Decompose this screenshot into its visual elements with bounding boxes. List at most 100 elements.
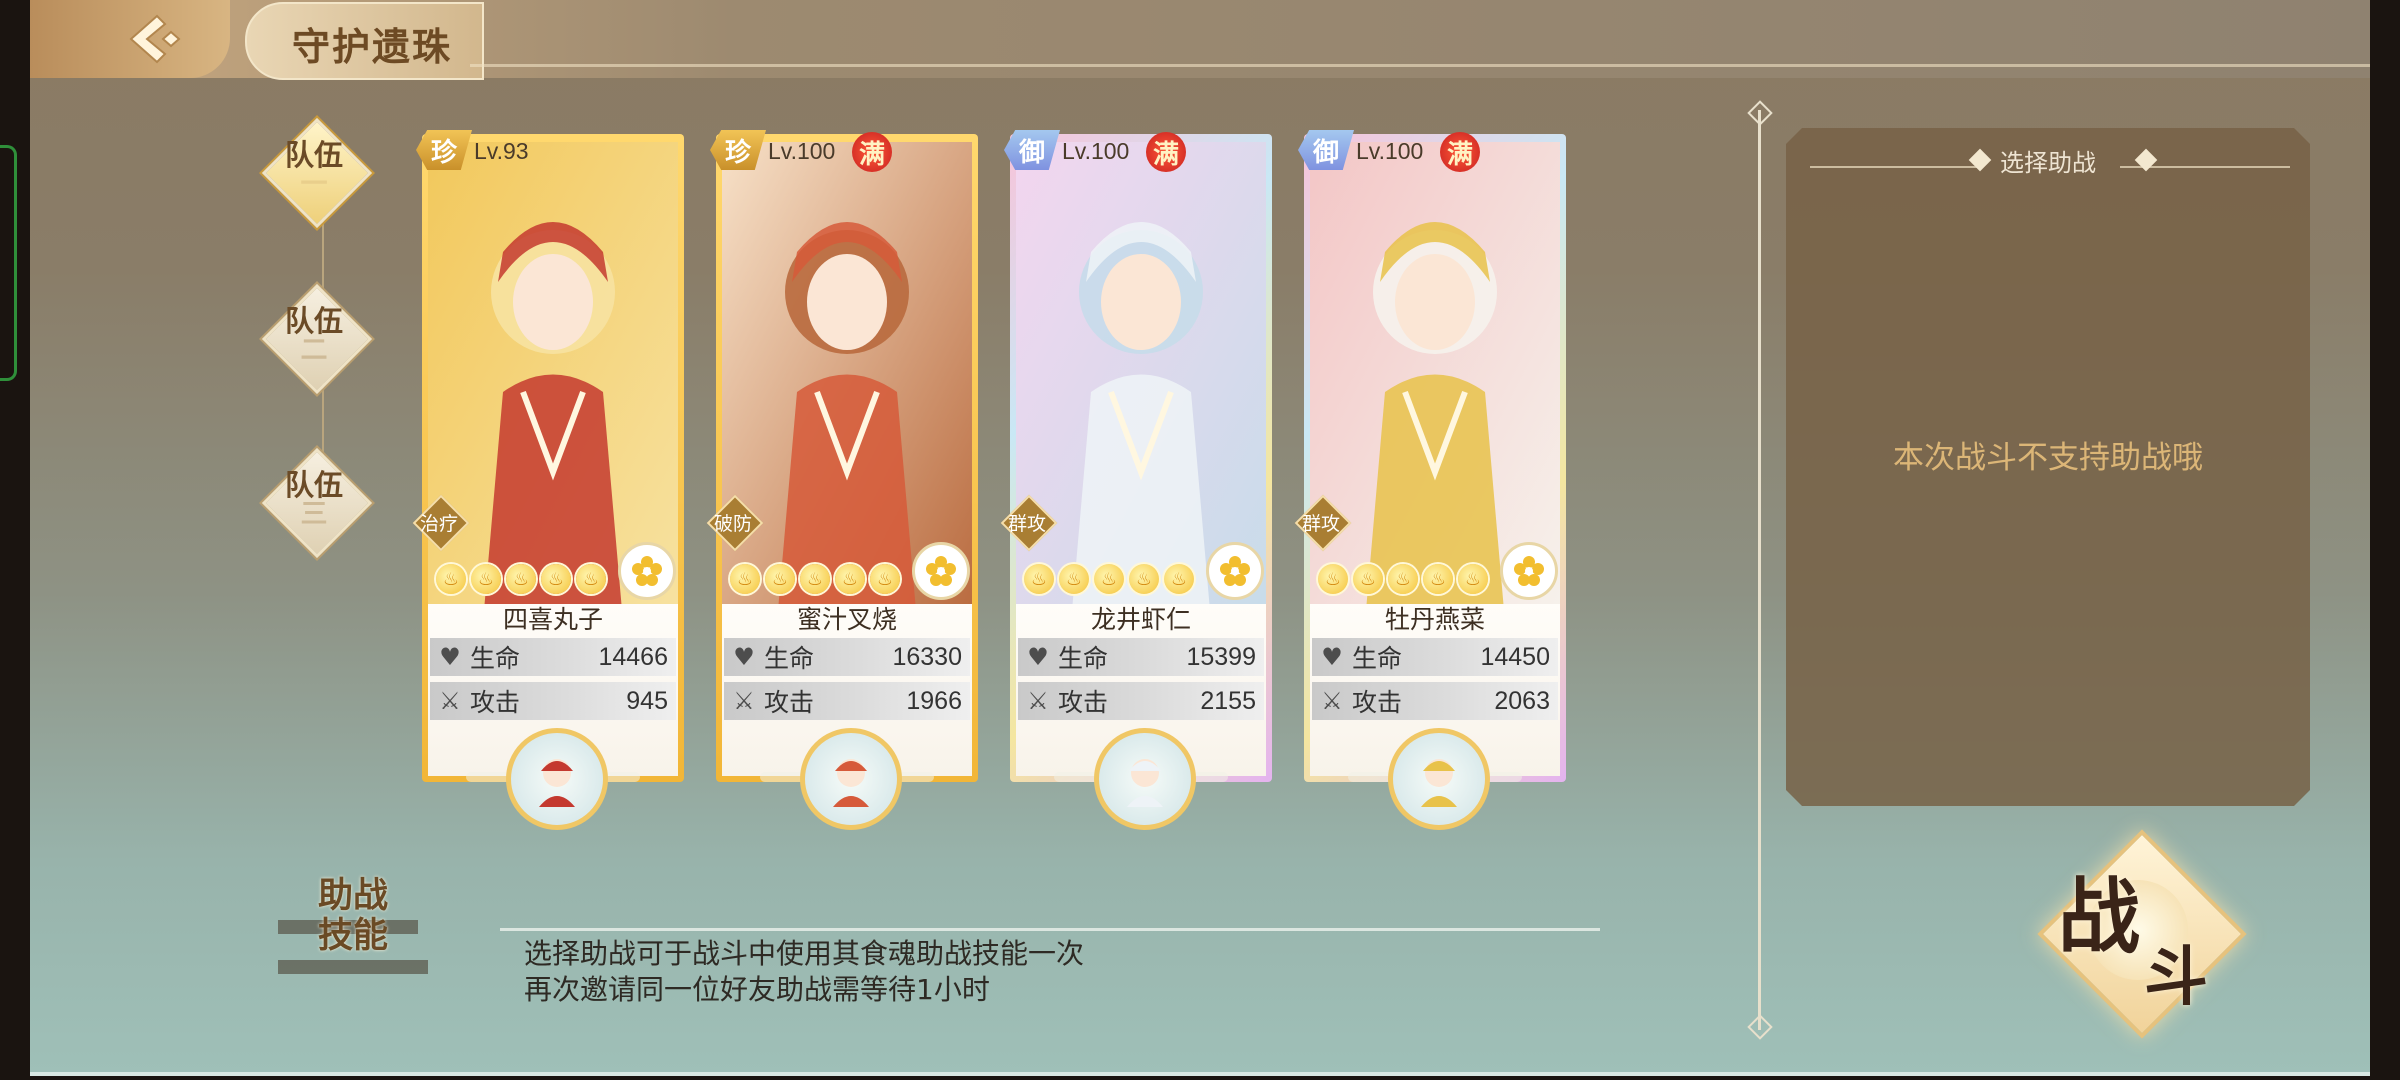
heart-icon: ♥ bbox=[1321, 643, 1343, 671]
flame-star-icon: ♨ bbox=[1423, 564, 1453, 594]
max-level-badge: 满 bbox=[1146, 132, 1186, 172]
food-soul-card[interactable]: 珍 Lv.93 治疗 ♨ ♨ ♨ ♨ ♨ 四喜丸子 ♥ 生命 14466 ⚔ 攻击 945 bbox=[412, 130, 684, 830]
level-text: Lv.100 bbox=[1062, 138, 1130, 164]
character-name: 龙井虾仁 bbox=[1090, 605, 1191, 634]
attack-stat: ⚔ 攻击 945 bbox=[430, 682, 676, 720]
flame-star-icon: ♨ bbox=[576, 564, 606, 594]
hp-label: 生命 bbox=[1058, 644, 1109, 673]
attack-value: 2063 bbox=[1494, 686, 1550, 715]
role-badge: 群攻 bbox=[1000, 494, 1058, 552]
battle-button[interactable]: 战 斗 bbox=[2037, 829, 2247, 1039]
back-button[interactable] bbox=[114, 10, 200, 68]
character-name: 蜜汁叉烧 bbox=[796, 605, 897, 634]
flame-star-icon: ♨ bbox=[1164, 564, 1194, 594]
team-label: 队伍三 bbox=[260, 470, 368, 530]
team-tab-2[interactable]: 队伍二 bbox=[260, 282, 373, 395]
flame-star-icon: ♨ bbox=[436, 564, 466, 594]
hp-stat: ♥ 生命 14450 bbox=[1312, 638, 1558, 676]
attack-label: 攻击 bbox=[470, 688, 521, 717]
avatar[interactable] bbox=[1388, 728, 1490, 830]
team-label-text: 队伍 bbox=[284, 304, 343, 338]
team-number: 一 bbox=[300, 169, 328, 200]
star-rating: ♨ ♨ ♨ ♨ ♨ bbox=[1318, 564, 1488, 594]
assist-skill-description: 选择助战可于战斗中使用其食魂助战技能一次 再次邀请同一位好友助战需等待1小时 bbox=[524, 936, 1084, 1008]
flower-element-icon bbox=[912, 542, 970, 600]
hp-stat: ♥ 生命 14466 bbox=[430, 638, 676, 676]
flame-star-icon: ♨ bbox=[1388, 564, 1418, 594]
flame-star-icon: ♨ bbox=[1094, 564, 1124, 594]
hp-value: 14450 bbox=[1480, 642, 1550, 671]
role-badge: 群攻 bbox=[1294, 494, 1352, 552]
flame-star-icon: ♨ bbox=[800, 564, 830, 594]
hp-value: 16330 bbox=[892, 642, 962, 671]
panel-divider bbox=[1747, 100, 1773, 1040]
attack-stat: ⚔ 攻击 2063 bbox=[1312, 682, 1558, 720]
avatar[interactable] bbox=[1094, 728, 1196, 830]
flame-star-icon: ♨ bbox=[506, 564, 536, 594]
flame-star-icon: ♨ bbox=[1353, 564, 1383, 594]
flower-element-icon bbox=[1500, 542, 1558, 600]
skill-divider bbox=[500, 928, 1600, 931]
sword-icon: ⚔ bbox=[1321, 687, 1343, 715]
side-handle[interactable] bbox=[0, 145, 17, 381]
heart-icon: ♥ bbox=[1027, 643, 1049, 671]
flame-star-icon: ♨ bbox=[730, 564, 760, 594]
star-rating: ♨ ♨ ♨ ♨ ♨ bbox=[1024, 564, 1194, 594]
role-text: 破防 bbox=[713, 513, 752, 535]
hp-stat: ♥ 生命 15399 bbox=[1018, 638, 1264, 676]
hp-label: 生命 bbox=[764, 644, 815, 673]
skill-desc-line-2: 再次邀请同一位好友助战需等待1小时 bbox=[524, 973, 990, 1006]
team-label: 队伍一 bbox=[260, 140, 368, 200]
skill-desc-line-1: 选择助战可于战斗中使用其食魂助战技能一次 bbox=[524, 937, 1085, 970]
food-soul-card[interactable]: 御 Lv.100 满群攻 ♨ ♨ ♨ ♨ ♨ 牡丹燕菜 ♥ 生命 14450 ⚔ 攻击 2063 bbox=[1294, 130, 1566, 830]
heart-icon: ♥ bbox=[733, 643, 755, 671]
max-level-badge: 满 bbox=[852, 132, 892, 172]
flower-element-icon bbox=[618, 542, 676, 600]
battle-label-2: 斗 bbox=[2144, 940, 2208, 1015]
attack-label: 攻击 bbox=[764, 688, 815, 717]
attack-stat: ⚔ 攻击 2155 bbox=[1018, 682, 1264, 720]
role-badge: 治疗 bbox=[412, 494, 470, 552]
character-name: 牡丹燕菜 bbox=[1384, 605, 1485, 634]
sword-icon: ⚔ bbox=[733, 687, 755, 715]
team-tab-1[interactable]: 队伍一 bbox=[260, 116, 373, 229]
attack-value: 2155 bbox=[1200, 686, 1256, 715]
flame-star-icon: ♨ bbox=[1059, 564, 1089, 594]
flower-element-icon bbox=[1206, 542, 1264, 600]
title-divider bbox=[470, 64, 2370, 67]
star-rating: ♨ ♨ ♨ ♨ ♨ bbox=[436, 564, 606, 594]
assist-skill-label-1: 助战 bbox=[318, 875, 389, 916]
back-arrow-icon bbox=[129, 14, 181, 64]
level-text: Lv.93 bbox=[474, 138, 529, 164]
assist-skill-badge: 助战 技能 bbox=[278, 870, 428, 974]
page-title: 守护遗珠 bbox=[292, 24, 453, 69]
hp-label: 生命 bbox=[470, 644, 521, 673]
team-tab-3[interactable]: 队伍三 bbox=[260, 446, 373, 559]
max-level-badge: 满 bbox=[1440, 132, 1480, 172]
flame-star-icon: ♨ bbox=[870, 564, 900, 594]
flame-star-icon: ♨ bbox=[1024, 564, 1054, 594]
flame-star-icon: ♨ bbox=[765, 564, 795, 594]
team-label: 队伍二 bbox=[260, 306, 368, 366]
role-text: 群攻 bbox=[1301, 513, 1340, 535]
food-soul-card[interactable]: 珍 Lv.100 满破防 ♨ ♨ ♨ ♨ ♨ 蜜汁叉烧 ♥ 生命 16330 ⚔ 攻击 1966 bbox=[706, 130, 978, 830]
role-badge: 破防 bbox=[706, 494, 764, 552]
bottom-border bbox=[30, 1072, 2370, 1076]
avatar[interactable] bbox=[800, 728, 902, 830]
team-number: 三 bbox=[300, 499, 328, 530]
assist-skill-label-2: 技能 bbox=[318, 915, 389, 956]
avatar[interactable] bbox=[506, 728, 608, 830]
team-label-text: 队伍 bbox=[284, 138, 343, 172]
flame-star-icon: ♨ bbox=[835, 564, 865, 594]
level-text: Lv.100 bbox=[768, 138, 836, 164]
sword-icon: ⚔ bbox=[439, 687, 461, 715]
flame-star-icon: ♨ bbox=[541, 564, 571, 594]
level-text: Lv.100 bbox=[1356, 138, 1424, 164]
sword-icon: ⚔ bbox=[1027, 687, 1049, 715]
attack-value: 945 bbox=[626, 686, 668, 715]
hp-value: 15399 bbox=[1186, 642, 1256, 671]
attack-value: 1966 bbox=[906, 686, 962, 715]
hp-label: 生命 bbox=[1352, 644, 1403, 673]
team-number: 二 bbox=[300, 335, 328, 366]
food-soul-card[interactable]: 御 Lv.100 满群攻 ♨ ♨ ♨ ♨ ♨ 龙井虾仁 ♥ 生命 15399 ⚔ 攻击 2155 bbox=[1000, 130, 1272, 830]
